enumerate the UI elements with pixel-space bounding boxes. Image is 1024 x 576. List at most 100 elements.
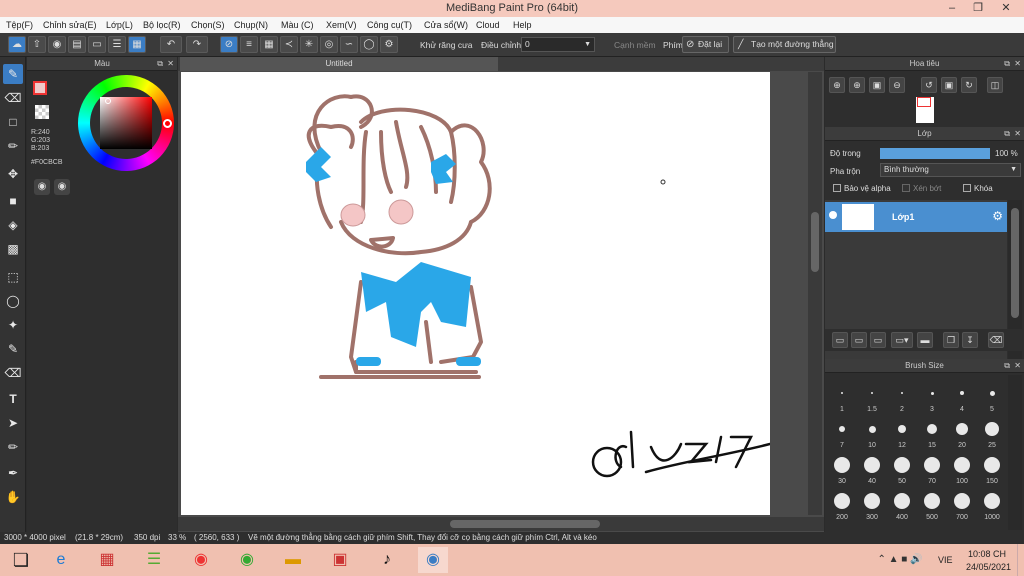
opacity-slider[interactable] <box>880 148 990 159</box>
grid-icon[interactable]: ▦ <box>128 36 146 53</box>
select-eraser-icon[interactable]: ⌫ <box>3 363 23 383</box>
menu-select[interactable]: Chọn(S) <box>191 20 225 30</box>
menu-color[interactable]: Màu (C) <box>281 20 314 30</box>
menu-cloud[interactable]: Cloud <box>476 20 500 30</box>
shape-tool-icon[interactable]: □ <box>3 112 23 132</box>
undo-icon[interactable]: ↶ <box>160 36 182 53</box>
merge-icon[interactable]: ↧ <box>962 332 978 348</box>
powerpoint-icon[interactable]: ▣ <box>325 547 355 573</box>
brush-size-option[interactable]: 700 <box>947 489 977 521</box>
clip-checkbox[interactable] <box>902 184 910 192</box>
layer-scroll-thumb[interactable] <box>1011 208 1019 318</box>
drawing-canvas[interactable] <box>181 72 770 515</box>
brush-size-option[interactable]: 70 <box>917 453 947 485</box>
magic-wand-icon[interactable]: ✦ <box>3 315 23 335</box>
bucket-tool-icon[interactable]: ◈ <box>3 215 23 235</box>
navigator-viewport[interactable] <box>917 97 931 107</box>
menu-tools[interactable]: Công cụ(T) <box>367 20 412 30</box>
new-layer-icon[interactable]: ▭ <box>832 332 848 348</box>
saturation-box[interactable] <box>100 97 152 149</box>
brush-size-option[interactable]: 50 <box>887 453 917 485</box>
settings-icon[interactable]: ⚙ <box>380 36 398 53</box>
vertical-scrollbar[interactable] <box>808 72 822 515</box>
brush-size-option[interactable]: 500 <box>917 489 947 521</box>
ellipse-snap-icon[interactable]: ◯ <box>360 36 378 53</box>
no-snap-icon[interactable]: ⊘ <box>220 36 238 53</box>
gradient-tool-icon[interactable]: ▩ <box>3 239 23 259</box>
close-icon[interactable]: ✕ <box>167 57 174 71</box>
brush-size-scrollbar[interactable] <box>1008 375 1022 530</box>
brush-size-option[interactable]: 2 <box>887 381 917 413</box>
text-tool-icon[interactable]: T <box>3 389 23 409</box>
operation-tool-icon[interactable]: ➤ <box>3 413 23 433</box>
close-icon[interactable]: ✕ <box>992 0 1020 17</box>
close-icon[interactable]: ✕ <box>1014 127 1021 141</box>
brush-size-option[interactable]: 400 <box>887 489 917 521</box>
folder-icon[interactable]: ▬ <box>917 332 933 348</box>
straight-line-button[interactable]: ╱ Tạo một đường thẳng <box>733 36 836 53</box>
curve-snap-icon[interactable]: ∽ <box>340 36 358 53</box>
zoom-in-alt-icon[interactable]: ⊕ <box>849 77 865 93</box>
duplicate-icon[interactable]: ❐ <box>943 332 959 348</box>
blend-select[interactable]: Bình thường ▼ <box>880 163 1021 177</box>
select-pen-icon[interactable]: ✎ <box>3 339 23 359</box>
folder-icon[interactable]: ▬ <box>278 547 308 573</box>
menu-help[interactable]: Help <box>513 20 532 30</box>
hand-tool-icon[interactable]: ✋ <box>3 487 23 507</box>
close-icon[interactable]: ✕ <box>1014 57 1021 71</box>
horizontal-scrollbar[interactable] <box>178 517 824 531</box>
secondary-color-swatch[interactable] <box>35 105 49 119</box>
menu-file[interactable]: Tệp(F) <box>6 20 33 30</box>
visibility-icon[interactable] <box>829 211 837 219</box>
green-app-icon[interactable]: ◉ <box>232 547 262 573</box>
lock-checkbox[interactable] <box>963 184 971 192</box>
palette-add-icon[interactable]: ◉ <box>54 179 70 195</box>
minimize-icon[interactable]: – <box>938 0 966 17</box>
zoom-out-icon[interactable]: ⊖ <box>889 77 905 93</box>
comment-icon[interactable]: ◉ <box>48 36 66 53</box>
redo-icon[interactable]: ↷ <box>186 36 208 53</box>
brush-size-option[interactable]: 1 <box>827 381 857 413</box>
stack-app-icon[interactable]: ☰ <box>139 547 169 573</box>
undock-icon[interactable]: ⧉ <box>1004 127 1010 141</box>
vertical-scroll-thumb[interactable] <box>811 212 819 272</box>
brush-size-option[interactable]: 12 <box>887 417 917 449</box>
brush-size-option[interactable]: 25 <box>977 417 1007 449</box>
divide-tool-icon[interactable]: ✏ <box>3 437 23 457</box>
clock-date[interactable]: 24/05/2021 <box>966 562 1011 572</box>
eyedropper-tool-icon[interactable]: ✒ <box>3 463 23 483</box>
saturation-cursor[interactable] <box>105 98 111 104</box>
gear-icon[interactable]: ⚙ <box>992 209 1003 223</box>
undock-icon[interactable]: ⧉ <box>1004 57 1010 71</box>
cloud-icon[interactable]: ☁ <box>8 36 26 53</box>
navigator-thumbnail[interactable] <box>916 97 934 123</box>
system-tray-icon[interactable]: ⌃ ▲ ■ 🔊 <box>860 547 940 573</box>
list-icon[interactable]: ☰ <box>108 36 126 53</box>
new-halftone-icon[interactable]: ▭ <box>851 332 867 348</box>
tiktok-icon[interactable]: ♪ <box>372 547 402 573</box>
brush-size-option[interactable]: 40 <box>857 453 887 485</box>
brush-size-option[interactable]: 1.5 <box>857 381 887 413</box>
brush-size-option[interactable]: 1000 <box>977 489 1007 521</box>
add-layer-menu-icon[interactable]: ▭▾ <box>891 332 913 348</box>
brush-size-option[interactable]: 5 <box>977 381 1007 413</box>
menu-edit[interactable]: Chỉnh sửa(E) <box>43 20 97 30</box>
fill-rect-tool-icon[interactable]: ■ <box>3 191 23 211</box>
language-indicator[interactable]: VIE <box>938 555 953 565</box>
circle-snap-icon[interactable]: ◎ <box>320 36 338 53</box>
app-grid-icon[interactable]: ▦ <box>92 547 122 573</box>
radial-snap-icon[interactable]: ✳ <box>300 36 318 53</box>
brush-size-option[interactable]: 20 <box>947 417 977 449</box>
fit-icon[interactable]: ▣ <box>869 77 885 93</box>
protect-alpha-checkbox[interactable] <box>833 184 841 192</box>
menu-layer[interactable]: Lớp(L) <box>106 20 133 30</box>
brush-tool-icon[interactable]: ✎ <box>3 64 23 84</box>
flip-icon[interactable]: ◫ <box>987 77 1003 93</box>
restore-icon[interactable]: ❐ <box>964 0 992 17</box>
lasso-tool-icon[interactable]: ◯ <box>3 291 23 311</box>
brush-size-option[interactable]: 200 <box>827 489 857 521</box>
cross-snap-icon[interactable]: ▦ <box>260 36 278 53</box>
brush-size-option[interactable]: 300 <box>857 489 887 521</box>
windows-start-icon[interactable]: ❏ <box>6 547 36 573</box>
menu-window[interactable]: Cửa sổ(W) <box>424 20 468 30</box>
